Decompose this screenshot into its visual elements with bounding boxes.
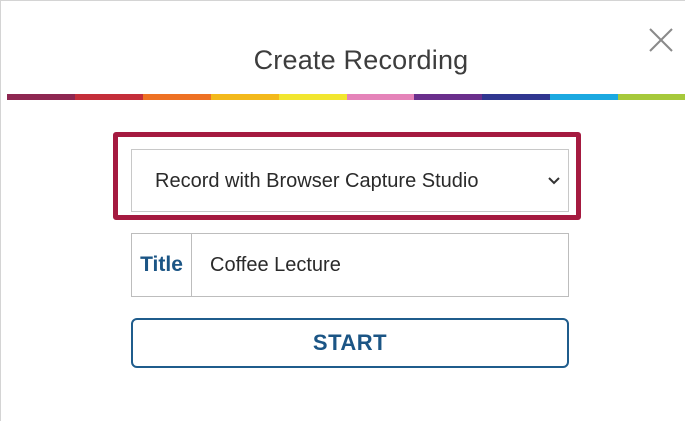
color-bar-segment — [210, 94, 279, 100]
color-bar-segment — [414, 94, 483, 100]
color-bar-segment — [346, 94, 415, 100]
recording-source-select[interactable]: Record with Browser Capture Studio — [131, 149, 569, 212]
dialog-title: Create Recording — [253, 45, 469, 75]
close-icon — [649, 28, 673, 52]
chevron-down-icon — [548, 177, 560, 185]
create-recording-dialog: Create Recording Record with Browser Cap… — [0, 0, 685, 421]
color-bar-segment — [550, 94, 619, 100]
start-button[interactable]: START — [131, 318, 569, 368]
brand-color-bar — [7, 94, 685, 100]
color-bar-segment — [482, 94, 551, 100]
title-label: Title — [132, 234, 192, 296]
color-bar-segment — [278, 94, 347, 100]
color-bar-segment — [142, 94, 211, 100]
title-input[interactable] — [192, 234, 568, 296]
close-button[interactable] — [646, 25, 676, 55]
color-bar-segment — [7, 94, 75, 100]
recording-source-value: Record with Browser Capture Studio — [155, 170, 479, 192]
title-field: Title — [131, 233, 569, 297]
color-bar-segment — [74, 94, 143, 100]
color-bar-segment — [618, 94, 685, 100]
